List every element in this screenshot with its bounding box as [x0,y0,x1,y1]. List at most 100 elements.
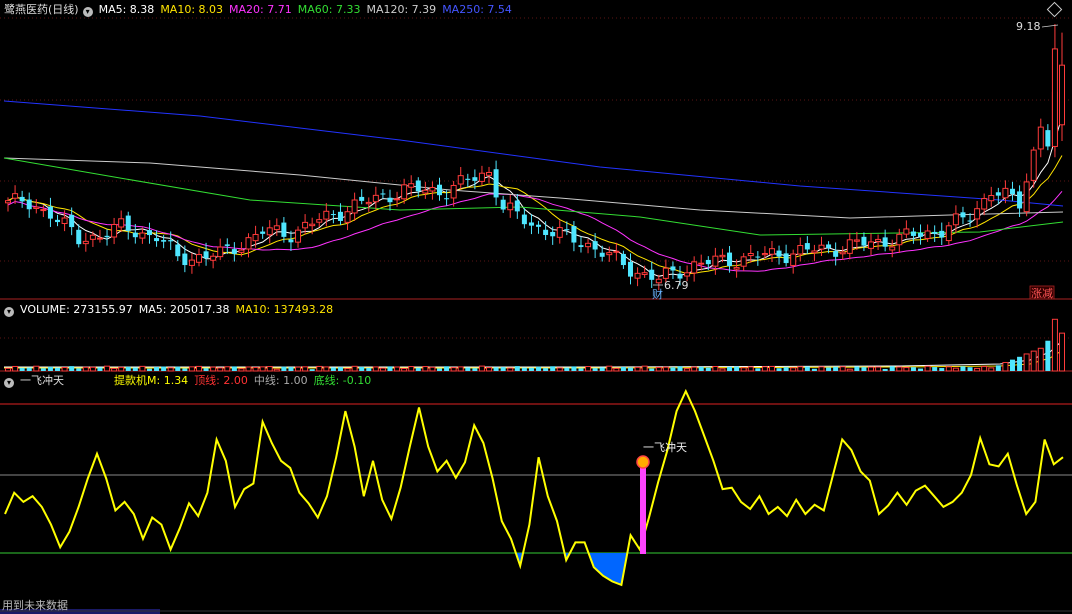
volume-bar [309,369,315,371]
candle-body [26,199,32,210]
candle-body [613,250,620,253]
candle-body [585,242,592,248]
candle-body [380,193,386,195]
volume-bar [811,368,817,371]
volume-bar [875,366,882,372]
candle-body [231,249,237,254]
volume-bar [627,367,633,371]
volume-ma10-line [4,349,1064,369]
candle-body [415,180,421,192]
candle-body [273,225,280,231]
candle-body [330,214,336,216]
indicator-m-label: 提款机M: 1.34 [114,374,189,387]
volume-bar [76,368,82,371]
volume-bar [478,365,485,372]
volume-bar [323,366,330,372]
volume-bar [252,366,259,372]
candle-body [245,237,252,250]
candle-body [740,256,747,267]
candle-body [719,254,726,258]
candle-body [592,241,598,250]
volume-bar [394,366,401,372]
candle-body [833,250,839,257]
candle-body [252,233,259,242]
settings-icon[interactable]: ▾ [82,7,93,17]
volume-bar [316,365,323,372]
indicator-series [0,388,1072,587]
volume-bar [245,366,252,372]
candle-body [655,278,662,284]
volume-bar [592,368,598,371]
volume-bar [1030,350,1037,372]
candle-body [302,221,309,229]
candle-body [761,253,768,256]
indicator-mid-label: 中线: 1.00 [253,374,308,387]
volume-bar [719,368,726,372]
candle-body [995,192,1001,196]
candle-body [323,210,330,220]
volume-bar [372,366,379,372]
volume-bar [457,366,464,372]
volume-bar [521,367,527,371]
volume-bar [444,366,450,371]
candle-body [889,246,896,251]
candle-body [988,195,995,202]
volume-bar [281,366,287,371]
volume-bar [1037,347,1044,372]
volume-bar [727,366,733,371]
candle-body [238,249,245,253]
candle-body [571,226,577,243]
candle-body [217,246,224,258]
volume-bar [868,366,875,372]
signal-marker [636,455,650,469]
volume-bar [662,366,669,372]
candle-body [550,231,556,237]
volume-bar [684,368,691,372]
candle-body [1059,64,1065,126]
volume-bar [846,368,853,372]
candle-body [224,244,230,246]
volume-bar [606,365,613,372]
volume-bar [408,366,415,372]
candle-body [620,253,626,266]
volume-bar [500,367,506,371]
candle-body [536,224,542,227]
candle-body [776,250,782,257]
volume-bar [768,365,775,372]
candle-body [868,241,875,249]
candle-body [351,199,358,214]
candle-body [132,232,138,238]
volume-bar [203,368,209,371]
candle-body [260,231,266,234]
candle-body [514,200,520,212]
ma250-label: MA250: 7.54 [442,3,512,16]
volume-bar [818,366,825,372]
candle-body [606,252,613,256]
volume-bar [783,367,789,371]
volume-bar [826,367,832,371]
candle-body [89,234,96,240]
candle-body [437,184,443,196]
candle-body [747,252,754,257]
volume-bar [797,366,804,372]
indicator-settings-icon[interactable]: ▾ [4,378,14,388]
volume-bar [543,368,549,371]
candle-body [69,214,75,228]
candle-body [61,217,68,224]
candle-body [40,209,47,212]
volume-settings-icon[interactable]: ▾ [4,307,14,317]
candle-body [733,267,740,270]
candle-body [556,227,563,238]
candle-body [662,267,669,279]
ma5-label: MA5: 8.38 [98,3,155,16]
candle-body [82,240,89,245]
volume-bar [613,367,620,372]
candle-body [76,229,82,245]
volume-bar [945,366,952,372]
volume-bar [266,366,273,372]
candle-body [182,253,188,266]
volume-bar [295,366,302,372]
candle-body [698,262,705,265]
volume-bar [195,365,202,372]
candle-body [472,177,478,181]
